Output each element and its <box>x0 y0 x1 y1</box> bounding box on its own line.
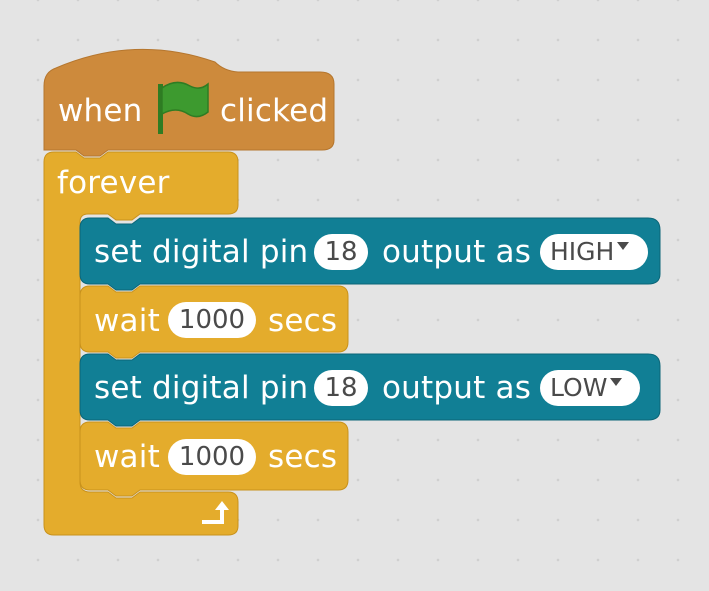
set-pin-label: set digital pin <box>94 370 309 406</box>
secs-label: secs <box>268 439 338 475</box>
pin-value-label: HIGH <box>550 237 615 266</box>
wait-amount-input[interactable]: 1000 <box>168 302 256 338</box>
set-pin-label: set digital pin <box>94 234 309 270</box>
wait-amount-input[interactable]: 1000 <box>168 439 256 475</box>
block-shapes <box>43 48 661 536</box>
output-as-label: output as <box>382 370 532 406</box>
wait-label: wait <box>94 439 160 475</box>
hat-when-label: when <box>58 93 143 129</box>
pin-value-dropdown[interactable]: LOW <box>540 370 640 406</box>
pin-number-input[interactable]: 18 <box>314 370 368 406</box>
pin-value-label: LOW <box>550 373 608 402</box>
dropdown-arrow-icon <box>610 378 623 386</box>
pin-value-dropdown[interactable]: HIGH <box>540 234 648 270</box>
pin-number-input[interactable]: 18 <box>314 234 368 270</box>
secs-label: secs <box>268 303 338 339</box>
forever-label: forever <box>57 165 170 201</box>
wait-label: wait <box>94 303 160 339</box>
dropdown-arrow-icon <box>617 242 630 250</box>
output-as-label: output as <box>382 234 532 270</box>
hat-clicked-label: clicked <box>220 93 329 129</box>
